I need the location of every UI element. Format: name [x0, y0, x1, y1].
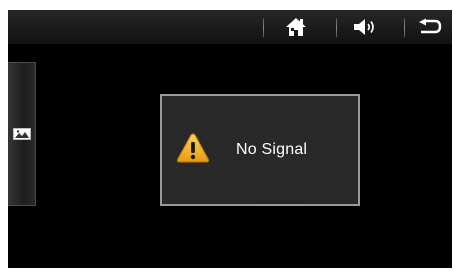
warning-icon	[176, 133, 210, 163]
toolbar-separator	[336, 18, 337, 37]
dialog-message: No Signal	[236, 141, 308, 158]
toolbar-separator	[404, 18, 405, 37]
toolbar-separator	[263, 18, 264, 37]
picture-icon	[12, 128, 31, 140]
back-button[interactable]	[414, 14, 446, 40]
home-icon	[286, 18, 306, 36]
top-toolbar	[8, 10, 452, 44]
speaker-icon	[354, 19, 374, 35]
side-panel-tab[interactable]	[8, 62, 36, 206]
volume-button[interactable]	[348, 14, 384, 40]
no-signal-dialog: No Signal	[160, 94, 360, 206]
back-arrow-icon	[419, 18, 442, 34]
screen: No Signal	[8, 10, 452, 268]
home-button[interactable]	[280, 14, 312, 40]
